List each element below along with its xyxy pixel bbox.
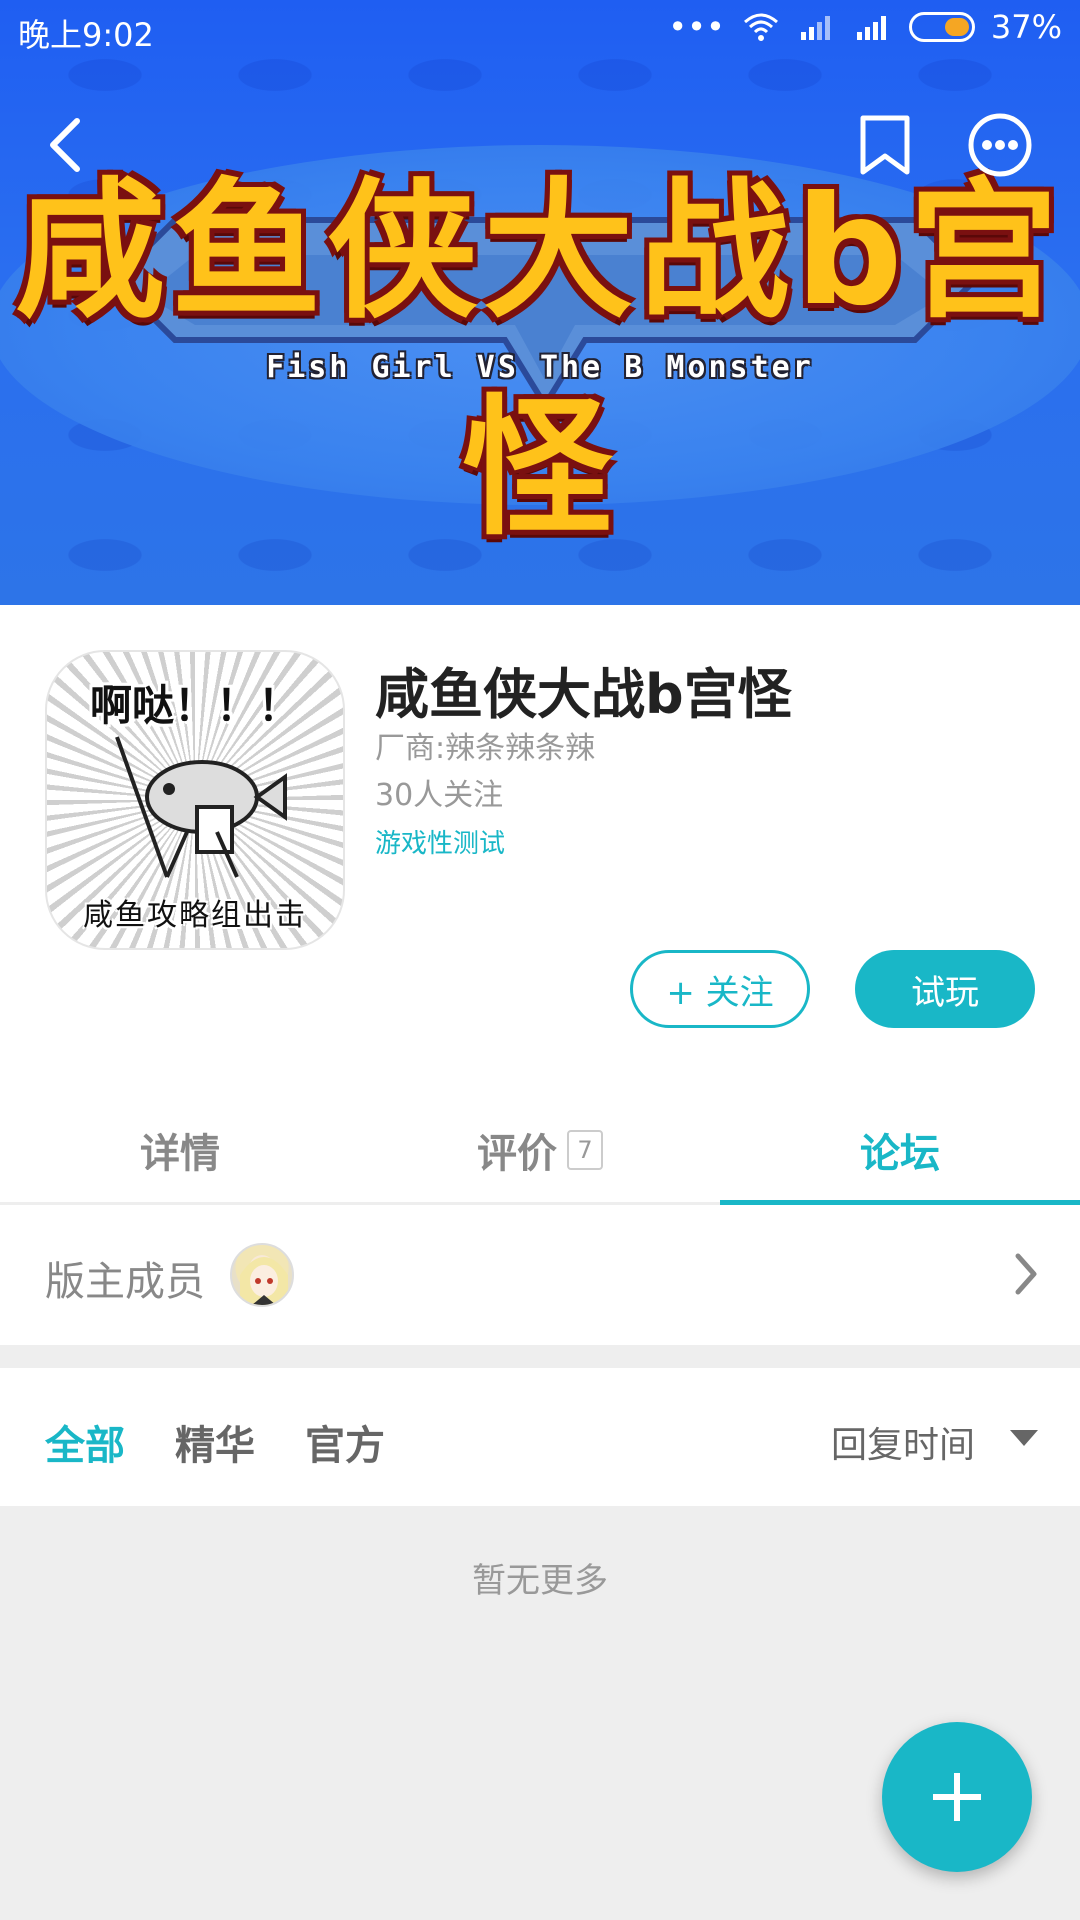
app-icon-text-top: 啊哒！！！ [89, 681, 300, 730]
more-dots-icon: ••• [668, 8, 725, 46]
try-play-button[interactable]: 试玩 [855, 950, 1035, 1028]
wifi-icon [743, 13, 778, 41]
game-info-section: 啊哒！！！ 咸鱼攻略组出击 咸鱼侠大战b宫怪 厂商:辣条辣条辣 30人关注 游戏… [0, 605, 1080, 1205]
followers-count: 30人关注 [375, 778, 504, 813]
chevron-right-icon [1015, 1253, 1037, 1295]
tab-bar: 详情 评价 7 论坛 [0, 1095, 1080, 1205]
follow-button[interactable]: + 关注 [630, 950, 810, 1028]
empty-state-text: 暂无更多 [472, 1561, 608, 1601]
bookmark-button[interactable] [850, 110, 920, 180]
filter-all[interactable]: 全部 [45, 1413, 125, 1471]
battery-icon [908, 12, 975, 42]
dropdown-arrow-icon[interactable] [1010, 1430, 1038, 1446]
filter-featured[interactable]: 精华 [175, 1413, 255, 1471]
signal-icon-2 [856, 16, 886, 40]
signal-icon-1 [800, 16, 830, 40]
more-icon [968, 113, 1032, 177]
game-title: 咸鱼侠大战b宫怪 [375, 663, 792, 726]
bookmark-icon [860, 115, 910, 175]
tab-details-label: 详情 [140, 1131, 220, 1177]
plus-icon [933, 1773, 981, 1821]
review-count-badge: 7 [567, 1130, 603, 1170]
test-tag[interactable]: 游戏性测试 [375, 823, 505, 860]
sort-dropdown[interactable]: 回复时间 [831, 1416, 975, 1468]
vendor-label: 厂商:辣条辣条辣 [375, 731, 596, 766]
tab-forum[interactable]: 论坛 [720, 1095, 1080, 1205]
fish-warrior-icon [115, 736, 287, 878]
status-bar: 晚上9:02 ••• 37% [0, 0, 1080, 62]
more-button[interactable] [965, 110, 1035, 180]
tab-reviews-label: 评价 [477, 1131, 557, 1177]
status-time: 晚上9:02 [18, 16, 154, 54]
battery-percent: 37% [990, 8, 1062, 46]
tab-details[interactable]: 详情 [0, 1095, 360, 1205]
back-button[interactable] [30, 110, 100, 180]
moderator-avatar[interactable] [230, 1243, 294, 1307]
app-icon-text-bottom: 咸鱼攻略组出击 [83, 898, 307, 933]
app-icon: 啊哒！！！ 咸鱼攻略组出击 [45, 650, 345, 950]
tab-forum-label: 论坛 [860, 1131, 940, 1177]
filter-bar: 全部 精华 官方 回复时间 [0, 1368, 1080, 1506]
banner-subtitle: Fish Girl VS The B Monster [266, 350, 814, 385]
moderators-row[interactable]: 版主成员 [0, 1205, 1080, 1345]
game-banner: 咸鱼侠大战b宫怪 Fish Girl VS The B Monster [0, 0, 1080, 605]
new-post-button[interactable] [882, 1722, 1032, 1872]
banner-title: 咸鱼侠大战b宫怪 [15, 165, 1065, 556]
filter-official[interactable]: 官方 [305, 1413, 385, 1471]
back-arrow-icon [50, 118, 80, 172]
tab-reviews[interactable]: 评价 7 [360, 1095, 720, 1205]
moderators-label: 版主成员 [45, 1259, 205, 1305]
